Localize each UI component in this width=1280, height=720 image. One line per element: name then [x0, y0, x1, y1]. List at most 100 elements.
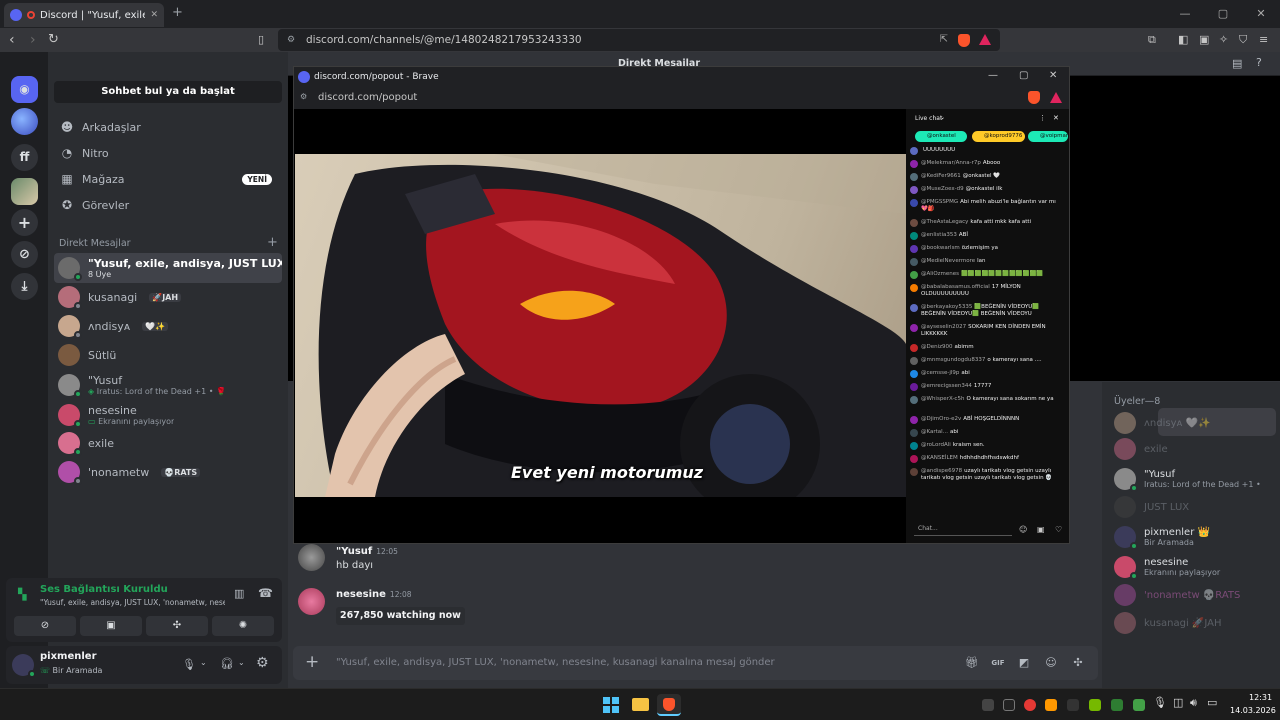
- emoji-icon[interactable]: ☺: [1044, 656, 1058, 670]
- popout-address-bar[interactable]: ⚙ discord.com/popout: [294, 87, 1069, 109]
- message-input[interactable]: "Yusuf, exile, andisya, JUST LUX, 'nonam…: [336, 657, 775, 668]
- livechat-username[interactable]: @PMGSSPMG: [921, 199, 958, 205]
- popout-maximize-button[interactable]: ▢: [1019, 70, 1028, 81]
- window-maximize-button[interactable]: ▢: [1204, 0, 1242, 28]
- livechat-username[interactable]: @bookwarlsm: [921, 245, 960, 251]
- microphone-tray-icon[interactable]: 🎙︎: [1153, 696, 1167, 709]
- voice-status[interactable]: Ses Bağlantısı Kuruldu: [40, 584, 168, 595]
- livechat-username[interactable]: @TheAstaLegacy: [921, 219, 968, 225]
- message-avatar[interactable]: [298, 544, 325, 571]
- message-author[interactable]: nesesine 12:08: [336, 589, 412, 600]
- microphone-icon[interactable]: 🎙︎: [182, 658, 196, 671]
- sidebar-icon[interactable]: ◧: [1178, 32, 1188, 48]
- gift-icon[interactable]: 🎁︎: [965, 656, 979, 670]
- brave-shields-icon[interactable]: [1028, 91, 1040, 104]
- site-info-icon[interactable]: ⚙: [300, 92, 307, 101]
- livechat-username[interactable]: @Deniz900: [921, 344, 953, 350]
- popout-close-button[interactable]: ✕: [1049, 70, 1057, 81]
- livechat-username[interactable]: @emrecigssen344: [921, 383, 972, 389]
- tray-app-icon[interactable]: [1045, 699, 1057, 711]
- forward-icon[interactable]: ›: [30, 32, 36, 48]
- direct-messages-home-icon[interactable]: ◉: [11, 76, 38, 103]
- tab-close-icon[interactable]: ✕: [150, 10, 158, 20]
- disconnect-icon[interactable]: ☎: [258, 586, 273, 600]
- nav-quests[interactable]: ✪ Görevler: [58, 193, 284, 217]
- livechat-username[interactable]: @babalabasamus.official: [921, 284, 990, 290]
- pinned-user-pill[interactable]: @voipman: [1028, 131, 1069, 142]
- leo-ai-icon[interactable]: ✧: [1219, 32, 1228, 48]
- brave-rewards-icon[interactable]: [979, 34, 991, 45]
- livechat-username[interactable]: @DjimOro-e2v: [921, 416, 961, 422]
- nvidia-icon[interactable]: [1089, 699, 1101, 711]
- back-icon[interactable]: ‹: [9, 32, 15, 48]
- voice-channel-name[interactable]: "Yusuf, exile, andisya, JUST LUX, 'nonam…: [40, 598, 225, 607]
- dm-item-group[interactable]: "Yusuf, exile, andisya, JUST LUX, 'nona.…: [54, 253, 282, 283]
- audio-options-chevron-icon[interactable]: ⌄: [238, 658, 245, 667]
- member-item[interactable]: JUST LUX: [1114, 494, 1274, 520]
- livechat-username[interactable]: @roLordAli: [921, 442, 951, 448]
- super-chat-icon[interactable]: ▣: [1037, 525, 1045, 534]
- attach-plus-icon[interactable]: +: [305, 652, 319, 672]
- soundboard-button[interactable]: ✺: [212, 616, 274, 636]
- emoji-icon[interactable]: ☺: [1019, 525, 1027, 534]
- create-dm-icon[interactable]: +: [267, 235, 278, 250]
- popout-minimize-button[interactable]: —: [988, 70, 998, 81]
- member-item[interactable]: pixmenler 👑 Bir Aramada: [1114, 524, 1274, 550]
- network-icon[interactable]: ◫: [1173, 696, 1183, 709]
- livechat-username[interactable]: @andispe6978: [921, 468, 962, 474]
- tray-app-icon[interactable]: [1067, 699, 1079, 711]
- volume-icon[interactable]: 🔊︎: [1190, 696, 1197, 710]
- screen-share-button[interactable]: ▣: [80, 616, 142, 636]
- pinned-user-pill[interactable]: @koprod9776: [972, 131, 1025, 142]
- settings-gear-icon[interactable]: ⚙: [256, 655, 269, 671]
- bookmark-icon[interactable]: ▯: [258, 32, 264, 48]
- mic-options-chevron-icon[interactable]: ⌄: [200, 658, 207, 667]
- server-avatar-2[interactable]: [11, 178, 38, 205]
- tray-app-icon[interactable]: [1024, 699, 1036, 711]
- reload-icon[interactable]: ↻: [48, 32, 59, 48]
- dm-item-sutlu[interactable]: Sütlü: [54, 341, 282, 369]
- activity-button[interactable]: ✣: [146, 616, 208, 636]
- livechat-close-icon[interactable]: ✕: [1053, 114, 1059, 122]
- livechat-menu-icon[interactable]: ⋮: [1039, 114, 1046, 122]
- member-item[interactable]: ᴧndisyᴀ 🤍✨: [1114, 410, 1274, 436]
- apps-icon[interactable]: ✣: [1071, 656, 1085, 670]
- livechat-username[interactable]: @KediFer9661: [921, 173, 961, 179]
- dm-item-nesesine[interactable]: nesesine ▭ Ekranını paylaşıyor: [54, 400, 282, 430]
- message-composer[interactable]: + "Yusuf, exile, andisya, JUST LUX, 'non…: [293, 646, 1098, 680]
- brave-taskbar-icon[interactable]: [657, 694, 681, 716]
- camera-off-button[interactable]: ⊘: [14, 616, 76, 636]
- find-conversation-button[interactable]: Sohbet bul ya da başlat: [54, 81, 282, 103]
- inbox-icon[interactable]: ▤: [1232, 57, 1242, 70]
- livechat-title[interactable]: Live chat: [915, 115, 942, 122]
- dm-item-nonametw[interactable]: 'nonametw 💀RATS: [54, 458, 282, 486]
- dm-item-andisya[interactable]: ᴧndisyᴀ 🤍✨: [54, 312, 282, 340]
- wallet-icon[interactable]: ▣: [1199, 32, 1209, 48]
- dm-item-yusuf[interactable]: "Yusuf ◈ Iratus: Lord of the Dead +1 • 🌹: [54, 370, 282, 400]
- livechat-username[interactable]: @cemsse-jl9p: [921, 370, 959, 376]
- address-bar[interactable]: ⚙ discord.com/channels/@me/1480248217953…: [278, 29, 1000, 51]
- pinned-user-pill[interactable]: @onkastel: [915, 131, 967, 142]
- noise-suppression-icon[interactable]: ▥: [234, 587, 244, 600]
- site-info-icon[interactable]: ⚙: [287, 29, 295, 51]
- sticker-icon[interactable]: ◩: [1017, 656, 1031, 670]
- livechat-input[interactable]: Chat...: [914, 523, 1012, 536]
- tray-app-icon[interactable]: [1133, 699, 1145, 711]
- server-avatar-1[interactable]: [11, 108, 38, 135]
- member-item[interactable]: kusanagi 🚀JAH: [1114, 610, 1274, 636]
- share-icon[interactable]: ⇱: [940, 29, 948, 51]
- window-minimize-button[interactable]: —: [1166, 0, 1204, 28]
- member-item[interactable]: exile: [1114, 436, 1274, 462]
- battery-icon[interactable]: ▭: [1207, 696, 1217, 709]
- brave-shields-icon[interactable]: [958, 34, 970, 47]
- browser-tab-discord[interactable]: Discord | "Yusuf, exile, andisya ✕: [4, 3, 164, 27]
- gif-icon[interactable]: GIF: [991, 656, 1005, 670]
- clock-time[interactable]: 12:31: [1249, 693, 1272, 702]
- livechat-username[interactable]: @mnmsgundogdu8337: [921, 357, 985, 363]
- user-avatar[interactable]: [12, 654, 36, 678]
- tray-app-icon[interactable]: [1003, 699, 1015, 711]
- stream-video[interactable]: Evet yeni motorumuz: [295, 154, 906, 497]
- member-item[interactable]: "Yusuf Iratus: Lord of the Dead +1 •: [1114, 466, 1274, 492]
- livechat-username[interactable]: @AliOzmenes: [921, 271, 959, 277]
- new-tab-button[interactable]: +: [172, 5, 183, 20]
